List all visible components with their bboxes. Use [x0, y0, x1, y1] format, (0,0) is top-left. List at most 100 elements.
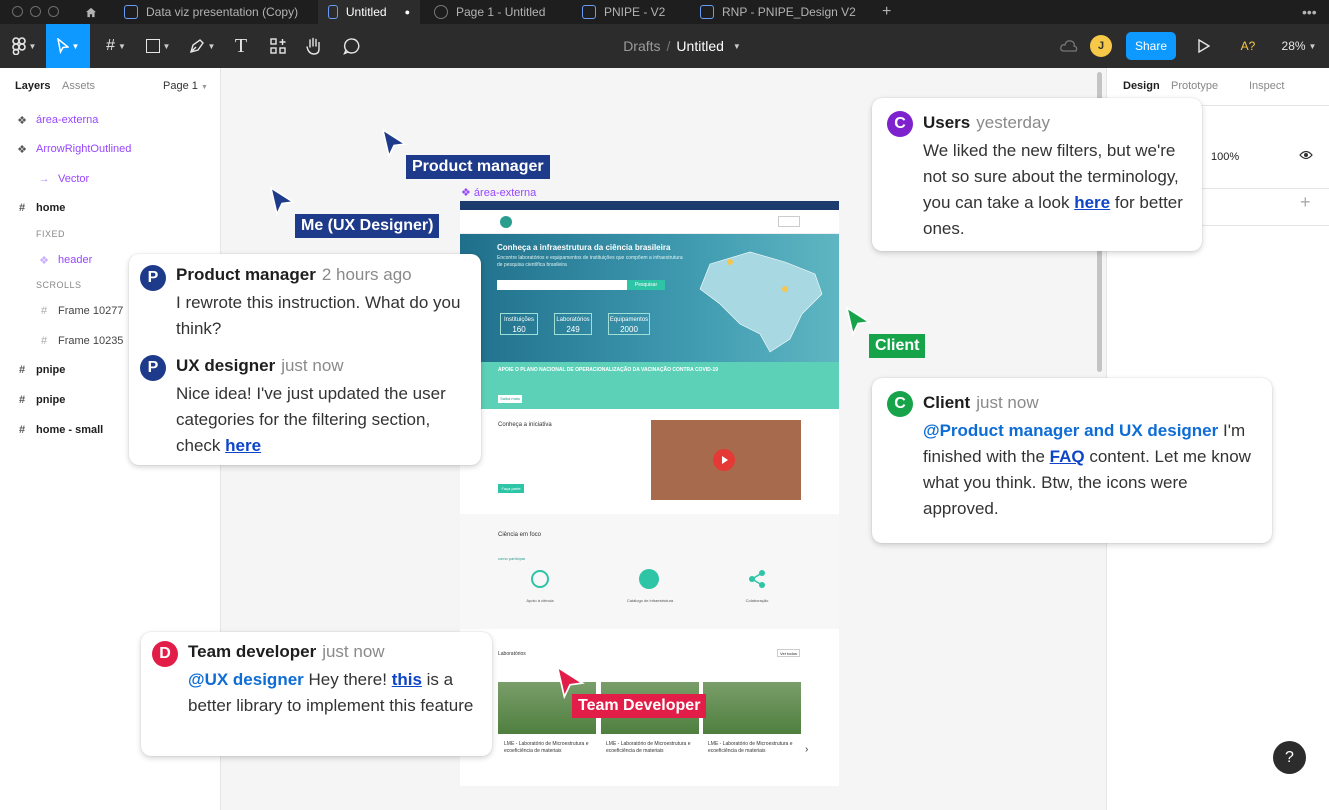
file-icon	[700, 5, 714, 19]
comment-author: UX designer	[176, 356, 276, 375]
breadcrumb-drafts[interactable]: Drafts	[623, 38, 660, 54]
home-icon[interactable]	[76, 0, 106, 24]
help-button[interactable]: ?	[1273, 741, 1306, 774]
more-icon[interactable]: •••	[1292, 0, 1322, 24]
focus-title: Ciência em foco	[498, 532, 542, 538]
intro-title: Conheça a iniciativa	[498, 422, 552, 428]
hero-search-input	[497, 280, 627, 290]
lab-card-image	[703, 682, 801, 734]
chevron-right-icon: ›	[805, 744, 809, 755]
text-tool-icon[interactable]: T	[230, 24, 252, 68]
user-avatar[interactable]: J	[1089, 24, 1113, 68]
chevron-down-icon[interactable]: ▼	[733, 42, 741, 51]
frame-icon: #	[40, 305, 48, 317]
frame-icon: #	[18, 424, 26, 436]
hero-search-button: Pesquisar	[627, 280, 665, 290]
lab-card-title: LME - Laboratório de Microestrutura e ec…	[606, 741, 691, 754]
frame-icon: #	[18, 202, 26, 214]
main-menu-icon[interactable]: ▼	[4, 24, 44, 68]
labs-title: Laboratórios	[498, 651, 526, 657]
prototype-icon	[434, 5, 448, 19]
file-name[interactable]: Untitled	[676, 38, 723, 54]
focus-item-3: Colaboração	[745, 598, 769, 603]
tab-page1[interactable]: Page 1 - Untitled	[424, 0, 570, 24]
resources-icon[interactable]	[266, 24, 290, 68]
tab-rnp[interactable]: RNP - PNIPE_Design V2	[690, 0, 870, 24]
window-close-dot[interactable]	[12, 6, 23, 17]
add-fill-icon[interactable]: +	[1300, 192, 1311, 213]
tab-inspect[interactable]: Inspect	[1249, 80, 1284, 92]
cursor-label-client: Client	[869, 334, 926, 358]
window-zoom-dot[interactable]	[48, 6, 59, 17]
shape-tool-icon[interactable]: ▼	[140, 24, 176, 68]
comment-link[interactable]: FAQ	[1050, 447, 1085, 466]
window-minimize-dot[interactable]	[30, 6, 41, 17]
comment-link[interactable]: here	[225, 436, 261, 455]
file-icon	[124, 5, 138, 19]
comment-link[interactable]: this	[392, 670, 422, 689]
layer-home[interactable]: # home	[0, 197, 221, 219]
chevron-down-icon: ▼	[1308, 41, 1317, 51]
new-tab-icon[interactable]: +	[872, 0, 894, 24]
comment-body: UX designer just now Nice idea! I've just…	[176, 353, 471, 459]
tab-assets[interactable]: Assets	[62, 80, 95, 92]
comment-mention[interactable]: @Product manager and UX designer	[923, 421, 1218, 440]
comment-tool-icon[interactable]	[340, 24, 364, 68]
frame-label[interactable]: ❖ área-externa	[461, 186, 536, 199]
section-label-fixed: FIXED	[36, 229, 66, 239]
cursor-label-me: Me (UX Designer)	[295, 214, 440, 238]
cloud-icon[interactable]	[1058, 24, 1080, 68]
component-icon: ❖	[39, 254, 49, 267]
comment-thread-client[interactable]: C Client just now @Product manager and UX…	[872, 378, 1272, 543]
eye-icon[interactable]	[1299, 149, 1313, 163]
page-selector[interactable]: Page 1 ▼	[163, 80, 208, 92]
tab-bar: Data viz presentation (Copy) Untitled ● P…	[0, 0, 1329, 24]
comment-time: just now	[281, 356, 344, 375]
tab-pnipe[interactable]: PNIPE - V2	[572, 0, 684, 24]
site-login-button	[778, 216, 800, 227]
tab-prototype[interactable]: Prototype	[1171, 80, 1218, 92]
cursor-client-icon	[845, 306, 871, 336]
brazil-map	[699, 251, 823, 353]
video-thumbnail	[651, 420, 801, 500]
avatar: C	[887, 111, 913, 137]
tab-data-viz[interactable]: Data viz presentation (Copy)	[114, 0, 314, 24]
component-icon: ❖	[17, 114, 27, 127]
tab-untitled[interactable]: Untitled ●	[318, 0, 420, 24]
frame-icon: #	[18, 394, 26, 406]
layer-vector[interactable]: → Vector	[0, 168, 221, 190]
layer-opacity[interactable]: 100%	[1211, 151, 1239, 163]
comment-mention[interactable]: @UX designer	[188, 670, 304, 689]
covid-banner: APOIE O PLANO NACIONAL DE OPERACIONALIZA…	[460, 362, 839, 409]
accessibility-indicator[interactable]: A?	[1236, 24, 1260, 68]
tab-design[interactable]: Design	[1123, 80, 1160, 92]
layer-arrow-right-outlined[interactable]: ❖ ArrowRightOutlined	[0, 138, 221, 160]
comment-thread-pm[interactable]: P Product manager 2 hours ago I rewrote t…	[129, 254, 481, 465]
comment-text: Nice idea! I've just updated the user ca…	[176, 384, 446, 455]
comment-link[interactable]: here	[1074, 193, 1110, 212]
comment-thread-users[interactable]: C Users yesterday We liked the new filter…	[872, 98, 1202, 251]
avatar: P	[140, 355, 166, 381]
layer-area-externa[interactable]: ❖ área-externa	[0, 109, 221, 131]
frame-tool-icon[interactable]: # ▼	[98, 24, 134, 68]
move-tool-icon[interactable]: ▼	[46, 24, 90, 68]
tab-layers[interactable]: Layers	[15, 80, 50, 92]
banner-button: Saiba mais	[498, 395, 522, 403]
vector-icon: →	[38, 173, 50, 185]
present-icon[interactable]	[1194, 24, 1214, 68]
comment-thread-dev[interactable]: D Team developer just now @UX designer He…	[141, 632, 492, 756]
share-button[interactable]: Share	[1126, 32, 1176, 60]
pen-tool-icon[interactable]: ▼	[184, 24, 220, 68]
intro-section: Conheça a iniciativa Faça parte	[460, 409, 839, 514]
comment-time: just now	[322, 642, 385, 661]
atom-icon	[531, 570, 549, 588]
cursor-me-icon	[269, 186, 295, 216]
avatar: P	[140, 265, 166, 291]
lab-card-title: LME - Laboratório de Microestrutura e ec…	[504, 741, 589, 754]
chevron-down-icon: ▼	[200, 84, 208, 91]
gov-bar	[460, 201, 839, 210]
comment-text: Hey there!	[308, 670, 387, 689]
zoom-dropdown[interactable]: 28% ▼	[1278, 24, 1320, 68]
hand-tool-icon[interactable]	[302, 24, 326, 68]
cursor-product-manager-icon	[381, 128, 407, 158]
